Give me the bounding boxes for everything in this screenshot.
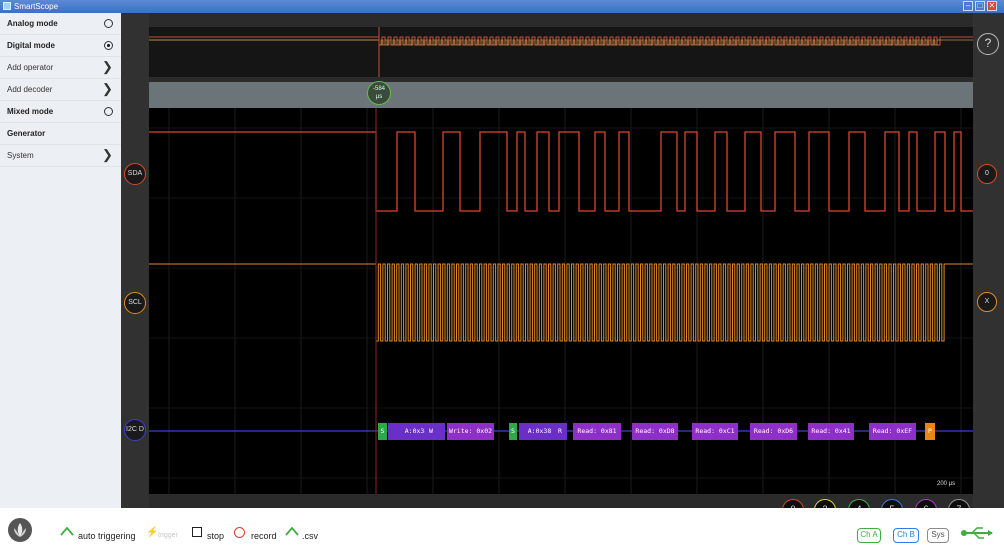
overview-panel[interactable] [149,27,973,77]
marker-value: -584 [372,86,385,92]
i2c-packet: P [925,423,935,440]
i2c-packet: Write: 0x02 [447,423,494,440]
radio-unselected-icon[interactable] [104,107,113,116]
stop-checkbox-icon[interactable] [192,527,202,537]
chevron-right-icon: ❯ [102,59,113,74]
i2c-packet: S [509,423,517,440]
bottom-toolbar: auto triggering ⚡ trigger stop record .c… [0,508,1004,545]
sidebar-item-label: Add decoder [7,85,53,94]
channel-offset-strip [973,13,1004,508]
sidebar-item-digital-mode[interactable]: Digital mode [0,35,121,57]
sidebar-item-mixed-mode[interactable]: Mixed mode [0,101,121,123]
stop-label[interactable]: stop [207,531,224,541]
sda-offset-handle[interactable]: 0 [977,164,997,184]
scl-offset-handle[interactable]: X [977,292,997,312]
sidebar-item-add-decoder[interactable]: Add decoder ❯ [0,79,121,101]
trigger-time-marker[interactable]: -584 µs [367,81,391,105]
overview-waveform [149,27,973,77]
close-button[interactable]: ✕ [987,1,997,11]
app-icon [3,2,11,10]
auto-triggering-label[interactable]: auto triggering [78,531,136,541]
chevron-right-icon: ❯ [102,147,113,162]
i2c-packet: W [425,423,437,440]
window-title: SmartScope [14,2,59,11]
leaf-icon [14,523,26,537]
csv-label[interactable]: .csv [302,531,318,541]
marker-unit: µs [375,94,383,100]
sys-button[interactable]: Sys [927,528,949,543]
i2c-packet: S [378,423,387,440]
ch-b-button[interactable]: Ch B [893,528,919,543]
sidebar: Analog mode Digital mode Add operator ❯ Add … [0,13,121,508]
minimize-button[interactable]: – [963,1,973,11]
sidebar-item-label: Mixed mode [7,107,54,116]
overview-sda-waveform [378,36,973,46]
time-ruler[interactable] [149,82,973,108]
record-label[interactable]: record [251,531,277,541]
sidebar-item-label: Generator [7,129,46,138]
smartscope-logo[interactable] [8,518,32,542]
sda-waveform [149,131,973,212]
sidebar-item-generator[interactable]: Generator [0,123,121,145]
radio-selected-icon[interactable] [104,41,113,50]
scl-waveform [149,263,973,342]
maximize-button[interactable]: □ [975,1,985,11]
sidebar-item-label: System [7,151,34,160]
help-button[interactable]: ? [977,33,999,55]
i2c-packet: Read: 0xEF [869,423,916,440]
sidebar-item-label: Analog mode [7,19,58,28]
time-scale-label: 200 µs [937,481,956,487]
sidebar-item-add-operator[interactable]: Add operator ❯ [0,57,121,79]
trigger-label[interactable]: trigger [158,532,178,539]
i2c-packet: Read: 0xD6 [750,423,797,440]
scl-channel-label[interactable]: SCL [124,292,146,314]
chevron-right-icon: ❯ [102,81,113,96]
sda-channel-label[interactable]: SDA [124,163,146,185]
i2c-packet: Read: 0xC1 [692,423,738,440]
radio-unselected-icon[interactable] [104,19,113,28]
sidebar-item-label: Digital mode [7,41,56,50]
i2c-packet: R [553,423,567,440]
i2c-packet: Read: 0x81 [573,423,621,440]
trigger-bolt-icon: ⚡ [146,527,159,538]
title-bar: SmartScope – □ ✕ [0,0,1004,13]
ch-a-button[interactable]: Ch A [857,528,881,543]
i2c-packet: Read: 0xD8 [632,423,678,440]
sidebar-item-analog-mode[interactable]: Analog mode [0,13,121,35]
sidebar-item-system[interactable]: System ❯ [0,145,121,167]
record-icon[interactable] [234,527,245,538]
i2c-packet: Read: 0x41 [808,423,854,440]
sidebar-item-label: Add operator [7,63,54,72]
i2c-decoder-label[interactable]: I2C D [124,419,146,441]
